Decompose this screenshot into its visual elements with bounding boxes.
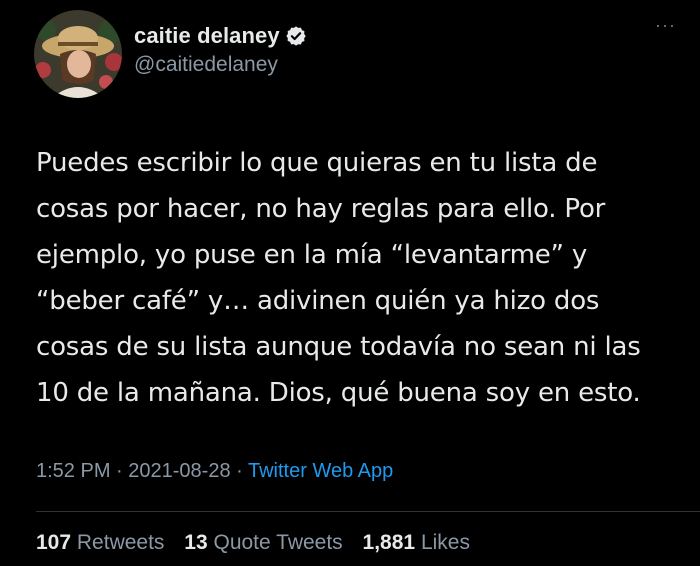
quote-tweets-count[interactable]: 13 xyxy=(184,531,207,554)
tweet-text: Puedes escribir lo que quieras en tu lis… xyxy=(36,140,696,416)
verified-badge-icon xyxy=(285,25,307,47)
avatar-photo-icon xyxy=(34,10,122,98)
tweet-text-line: cosas por hacer, no hay reglas para ello… xyxy=(36,194,606,224)
meta-separator: · xyxy=(110,460,129,482)
display-name[interactable]: caitie delaney xyxy=(134,23,280,49)
meta-separator: · xyxy=(230,460,248,482)
tweet-card: caitie delaney @caitiedelaney ··· Puedes… xyxy=(0,0,700,566)
tweet-text-line: Puedes escribir lo que quieras en tu lis… xyxy=(36,148,598,178)
tweet-text-line: 10 de la mañana. Dios, qué buena soy en … xyxy=(36,378,641,408)
author-names: caitie delaney @caitiedelaney xyxy=(134,23,307,77)
tweet-header: caitie delaney @caitiedelaney xyxy=(34,9,674,99)
tweet-text-line: cosas de su lista aunque todavía no sean… xyxy=(36,332,641,362)
tweet-text-line: ejemplo, yo puse en la mía “levantarme” … xyxy=(36,240,588,270)
likes-count[interactable]: 1,881 xyxy=(363,531,416,554)
quote-tweets-label[interactable]: Quote Tweets xyxy=(213,531,342,554)
tweet-time[interactable]: 1:52 PM xyxy=(36,460,110,482)
tweet-source-link[interactable]: Twitter Web App xyxy=(248,460,393,482)
name-row: caitie delaney xyxy=(134,23,307,49)
tweet-text-line: “beber café” y… adivinen quién ya hizo d… xyxy=(36,286,600,316)
retweets-count[interactable]: 107 xyxy=(36,531,71,554)
retweets-label[interactable]: Retweets xyxy=(77,531,165,554)
handle[interactable]: @caitiedelaney xyxy=(134,53,307,77)
more-options-icon[interactable]: ··· xyxy=(655,16,676,34)
tweet-stats: 107 Retweets 13 Quote Tweets 1,881 Likes xyxy=(36,531,470,555)
likes-label[interactable]: Likes xyxy=(421,531,470,554)
avatar[interactable] xyxy=(34,10,122,98)
tweet-date[interactable]: 2021-08-28 xyxy=(128,460,230,482)
tweet-meta: 1:52 PM · 2021-08-28 · Twitter Web App xyxy=(36,460,393,483)
divider xyxy=(36,511,700,512)
